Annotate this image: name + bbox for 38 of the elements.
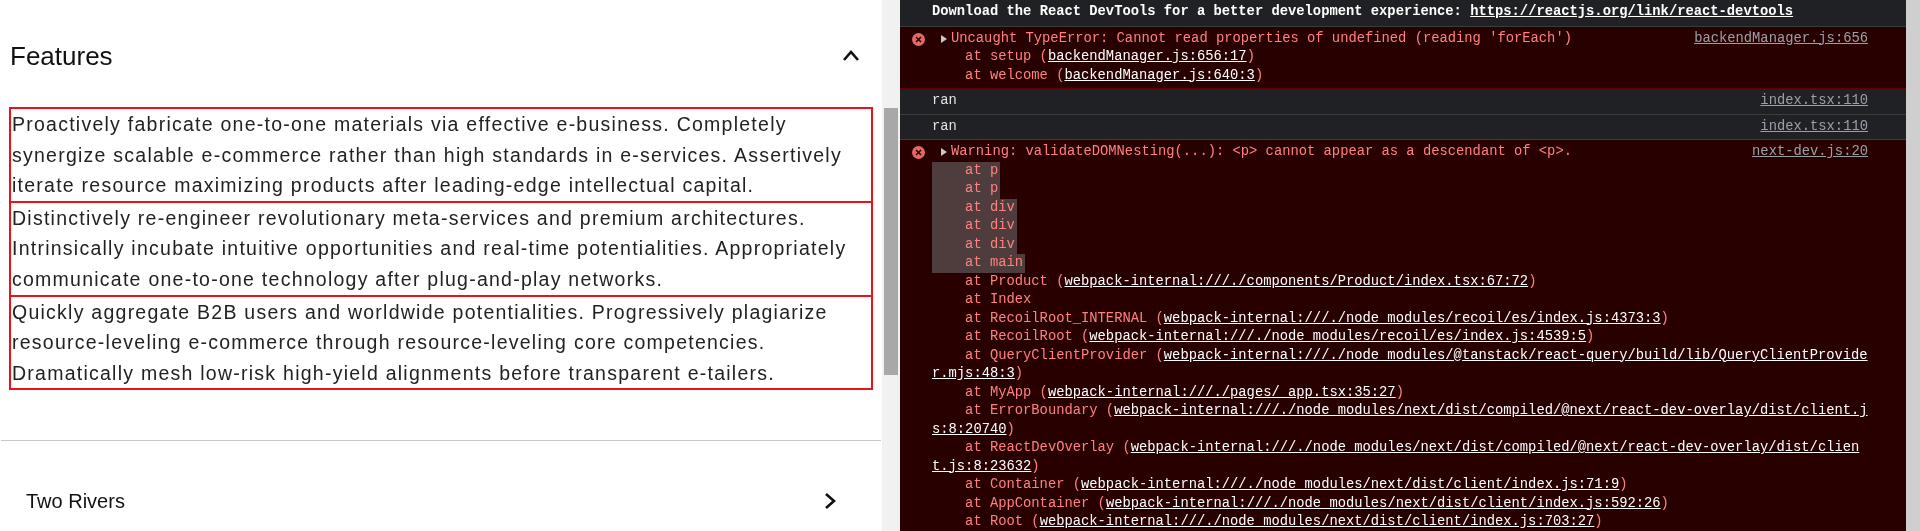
stack-frame: at Product (webpack-internal:///./components/Product/index.tsx:67:72) [932, 272, 1868, 291]
source-link[interactable]: index.tsx:110 [1760, 117, 1868, 136]
stack-frame: at setup (backendManager.js:656:17) [932, 48, 1868, 67]
stack-frame: at AppContainer (webpack-internal:///./node_modules/next/dist/client/index.js:592:26) [932, 494, 1868, 513]
error-icon [912, 32, 925, 46]
error-icon [912, 146, 925, 159]
source-link[interactable]: index.tsx:110 [1760, 92, 1868, 111]
section-title[interactable]: Features [10, 36, 113, 76]
paragraph: Quickly aggregate B2B users and worldwide potentialities. Progressively plagiarize resource-leveling e-commerce through resource-leveling core competencies. Dramatically mesh low-risk high-yield alignments before transparent e-tailers. [9, 294, 873, 391]
scrollbar-thumb[interactable] [884, 108, 898, 375]
console-info-message: Download the React DevTools for a better development experience: https://reactjs.org/link/react-devtools [932, 3, 1794, 21]
error-message: Uncaught TypeError: Cannot read properties of undefined (reading 'forEach') [951, 29, 1572, 48]
stack-frame: at MyApp (webpack-internal:///./pages/_app.tsx:35:27) [932, 383, 1868, 402]
stack-frame: at RecoilRoot_INTERNAL (webpack-internal:///./node_modules/recoil/es/index.js:4373:3) [932, 309, 1868, 328]
paragraph: Proactively fabricate one-to-one materials via effective e-business. Completely synergize scalable e-commerce rather than high standards in e-services. Assertively iterate resource maximizing products after leading-edge intellectual capital. [9, 107, 873, 203]
source-link[interactable]: backendManager.js:656 [1694, 29, 1868, 48]
stack-frame: at p [932, 180, 1001, 199]
stack-frame: at div [932, 198, 1017, 217]
paragraph: Distinctively re-engineer revolutionary meta-services and premium architectures. Intrinsically incubate intuitive opportunities and real-time potentialities. Appropriately communicate one-to-one technology after plug-and-play networks. [9, 200, 873, 297]
log-message: ran [932, 117, 957, 136]
stack-frame: at ErrorBoundary (webpack-internal:///./node_modules/next/dist/compiled/@next/react-dev-overlay/dist/client.js:8:20740) [932, 402, 1868, 439]
stack-frame: at welcome (backendManager.js:640:3) [932, 66, 1868, 85]
error-message: Warning: validateDOMNesting(...): <p> cannot appear as a descendant of <p>. [951, 143, 1572, 161]
stack-frame: at QueryClientProvider (webpack-internal:///./node_modules/@tanstack/react-query/build/lib/QueryClientProvider.mjs:48:3) [932, 346, 1868, 384]
source-link[interactable]: next-dev.js:20 [1752, 143, 1868, 162]
log-message: ran [932, 92, 957, 110]
section-title[interactable]: Two Rivers [26, 486, 125, 517]
devtools-link[interactable]: https://reactjs.org/link/react-devtools [1470, 4, 1794, 19]
stack-frame: at RecoilRoot (webpack-internal:///./node_modules/recoil/es/index.js:4539:5) [932, 328, 1868, 347]
stack-frame: at Root (webpack-internal:///./node_modules/next/dist/client/index.js:703:27) [932, 513, 1868, 531]
stack-frame: at Index [932, 291, 1868, 310]
stack-frame: at ReactDevOverlay (webpack-internal:///./node_modules/next/dist/compiled/@next/react-dev-overlay/dist/client.js:8:23632) [932, 439, 1868, 476]
stack-frame: at Container (webpack-internal:///./node_modules/next/dist/client/index.js:71:9) [932, 476, 1868, 495]
stack-frame: at p [932, 161, 1001, 180]
stack-frame: at div [932, 217, 1017, 236]
expand-triangle-icon[interactable] [940, 147, 948, 157]
stack-frame: at main [932, 254, 1026, 273]
expand-triangle-icon[interactable] [940, 33, 948, 44]
